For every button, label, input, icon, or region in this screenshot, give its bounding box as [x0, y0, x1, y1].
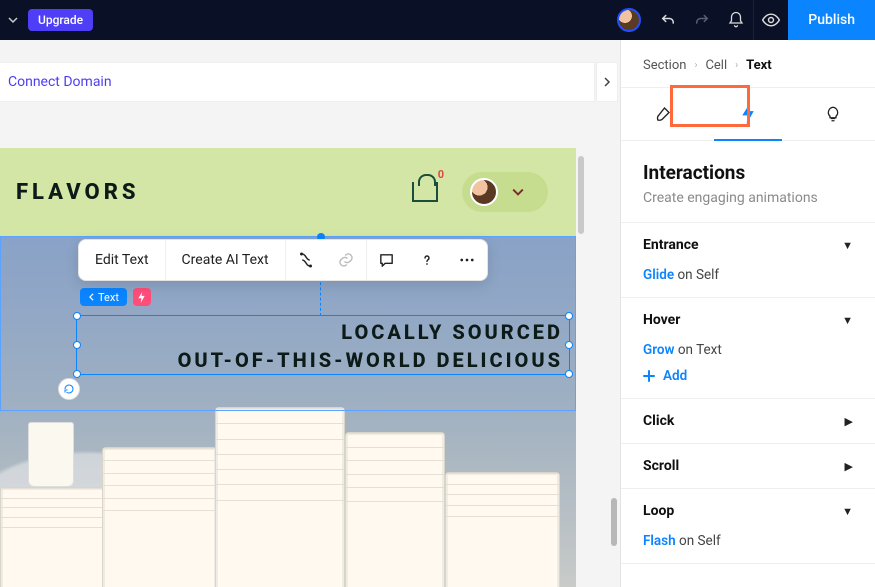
comment-icon[interactable] [367, 240, 407, 280]
expand-chevron-button[interactable] [596, 62, 618, 102]
menu-chevron[interactable] [6, 15, 20, 25]
add-hover-button[interactable]: Add [643, 368, 853, 384]
add-label: Add [663, 368, 687, 384]
group-click-header[interactable]: Click ▶ [621, 399, 875, 443]
breadcrumb: Section › Cell › Text [621, 40, 875, 87]
undo-icon[interactable] [651, 0, 685, 40]
topbar-left: Upgrade [6, 9, 93, 31]
loop-animation-link[interactable]: Flash [643, 533, 676, 549]
inspector-panel: Section › Cell › Text Interactions Creat… [620, 40, 875, 587]
hero-line-2: OUT-OF-THIS-WORLD DELICIOUS [83, 346, 563, 374]
chevron-down-icon [512, 186, 524, 198]
breadcrumb-section[interactable]: Section [643, 58, 686, 73]
account-avatar [470, 178, 498, 206]
group-hover-label: Hover [643, 312, 680, 328]
tab-design[interactable] [621, 88, 706, 140]
group-scroll: Scroll ▶ [621, 444, 875, 489]
site-header: FLAVORS 0 [0, 148, 576, 236]
animation-icon[interactable] [286, 240, 326, 280]
caret-down-icon: ▼ [842, 314, 853, 327]
resize-handle[interactable] [73, 341, 81, 349]
panel-header: Interactions Create engaging animations [621, 141, 875, 223]
connect-domain-link[interactable]: Connect Domain [8, 74, 112, 90]
caret-right-icon: ▶ [845, 460, 853, 473]
canvas[interactable]: Connect Domain FLAVORS 0 [0, 40, 620, 587]
hover-on-text: on Text [678, 342, 722, 358]
cart-count-badge: 0 [438, 168, 444, 181]
selection-tag-label: Text [98, 291, 119, 304]
group-click-label: Click [643, 413, 674, 429]
group-scroll-label: Scroll [643, 458, 679, 474]
loop-on-text: on Self [679, 533, 721, 549]
inspector-tabs [621, 87, 875, 141]
resize-handle[interactable] [73, 312, 81, 320]
resize-handle[interactable] [565, 370, 573, 378]
bolt-icon [740, 104, 756, 124]
tab-interactions[interactable] [706, 88, 791, 140]
publish-button[interactable]: Publish [788, 0, 875, 40]
chevron-right-icon: › [735, 60, 738, 71]
group-hover-header[interactable]: Hover ▼ [621, 298, 875, 342]
resize-handle[interactable] [565, 312, 573, 320]
chevron-right-icon: › [694, 60, 697, 71]
panel-subtitle: Create engaging animations [643, 190, 853, 206]
preview-icon[interactable] [754, 0, 788, 40]
cart-button[interactable]: 0 [412, 182, 438, 202]
selected-text-element[interactable]: LOCALLY SOURCED OUT-OF-THIS-WORLD DELICI… [76, 315, 570, 375]
caret-right-icon: ▶ [845, 415, 853, 428]
group-scroll-header[interactable]: Scroll ▶ [621, 444, 875, 488]
interaction-indicator-icon[interactable] [133, 288, 151, 306]
upgrade-button[interactable]: Upgrade [28, 9, 93, 31]
entrance-on-text: on Self [677, 267, 719, 283]
selection-type-tag[interactable]: Text [80, 288, 127, 306]
caret-down-icon: ▼ [842, 239, 853, 252]
domain-bar: Connect Domain [0, 62, 595, 102]
topbar-right: Publish [607, 0, 875, 40]
plus-icon [643, 370, 655, 382]
user-avatar[interactable] [617, 8, 641, 32]
brand-name: FLAVORS [16, 180, 140, 205]
group-entrance-header[interactable]: Entrance ▼ [621, 223, 875, 267]
panel-title: Interactions [643, 161, 853, 184]
group-hover: Hover ▼ Grow on Text Add [621, 298, 875, 399]
help-icon[interactable] [407, 240, 447, 280]
breadcrumb-text[interactable]: Text [746, 58, 772, 73]
entrance-animation-link[interactable]: Glide [643, 267, 674, 283]
create-ai-text-button[interactable]: Create AI Text [166, 252, 285, 268]
group-loop-header[interactable]: Loop ▼ [621, 489, 875, 533]
edit-text-button[interactable]: Edit Text [79, 252, 165, 268]
group-click: Click ▶ [621, 399, 875, 444]
notifications-icon[interactable] [719, 0, 753, 40]
resize-handle[interactable] [565, 341, 573, 349]
group-loop: Loop ▼ Flash on Self [621, 489, 875, 564]
brush-icon [654, 105, 672, 123]
caret-down-icon: ▼ [842, 505, 853, 518]
hero-line-1: LOCALLY SOURCED [83, 318, 563, 346]
link-icon[interactable] [326, 240, 366, 280]
tab-inspiration[interactable] [790, 88, 875, 140]
top-app-bar: Upgrade Publish [0, 0, 875, 40]
resize-handle[interactable] [73, 370, 81, 378]
breadcrumb-cell[interactable]: Cell [705, 58, 727, 73]
lightbulb-icon [824, 105, 842, 123]
account-menu-button[interactable] [462, 172, 548, 212]
group-loop-label: Loop [643, 503, 674, 519]
panel-scrollbar[interactable] [611, 498, 617, 546]
more-icon[interactable] [447, 240, 487, 280]
selection-tag-row: Text [80, 288, 151, 306]
hover-animation-link[interactable]: Grow [643, 342, 674, 358]
canvas-scrollbar[interactable] [578, 156, 584, 234]
group-entrance-label: Entrance [643, 237, 699, 253]
reset-handle-icon[interactable] [58, 378, 80, 400]
redo-icon[interactable] [685, 0, 719, 40]
text-context-toolbar: Edit Text Create AI Text [78, 239, 488, 281]
group-entrance: Entrance ▼ Glide on Self [621, 223, 875, 298]
